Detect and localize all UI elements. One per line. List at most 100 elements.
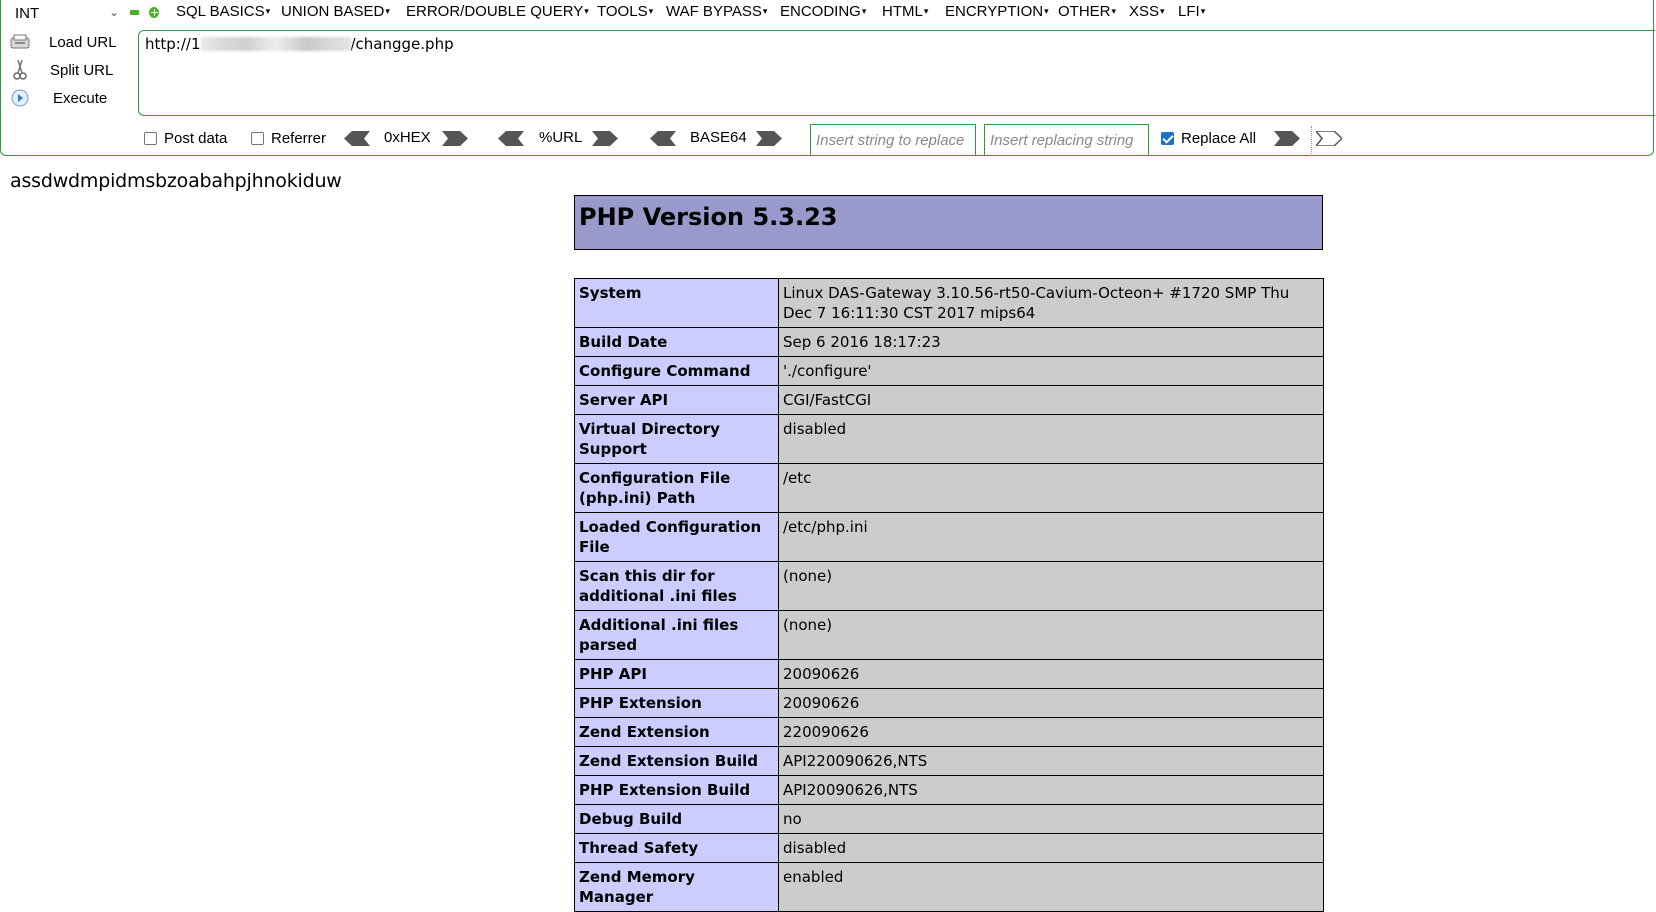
page-random-text: assdwdmpidmsbzoabahpjhnokiduw: [10, 170, 342, 192]
post-data-checkbox[interactable]: Post data: [144, 130, 227, 147]
info-key: Configuration File (php.ini) Path: [574, 463, 779, 513]
replace-run-arrow-icon[interactable]: [1274, 131, 1300, 146]
info-value: './configure': [778, 356, 1324, 386]
info-key: Thread Safety: [574, 833, 779, 863]
table-row: Zend Memory Manager enabled: [574, 862, 1324, 912]
info-key: Zend Extension Build: [574, 746, 779, 776]
menu-xss[interactable]: XSS▾: [1129, 3, 1165, 20]
replace-string-input[interactable]: Insert replacing string: [984, 124, 1149, 156]
replace-forward-arrow-icon[interactable]: [1316, 131, 1342, 146]
info-value: Linux DAS-Gateway 3.10.56-rt50-Cavium-Oc…: [778, 278, 1324, 328]
menu-label: LFI: [1178, 3, 1200, 20]
info-key: Server API: [574, 385, 779, 415]
url-encode-arrow-icon[interactable]: [592, 131, 618, 146]
info-key: Configure Command: [574, 356, 779, 386]
menu-union-based[interactable]: UNION BASED▾: [281, 3, 390, 20]
info-value: 20090626: [778, 688, 1324, 718]
menu-html[interactable]: HTML▾: [882, 3, 928, 20]
caret-icon: ▾: [1160, 6, 1165, 16]
url-redacted-region: [200, 37, 351, 51]
info-value: enabled: [778, 862, 1324, 912]
referrer-checkbox[interactable]: Referrer: [251, 130, 326, 147]
page-title: PHP Version 5.3.23: [579, 203, 838, 231]
menu-encryption[interactable]: ENCRYPTION▾: [945, 3, 1049, 20]
info-value: /etc/php.ini: [778, 512, 1324, 562]
info-value: disabled: [778, 833, 1324, 863]
caret-icon: ▾: [762, 6, 768, 16]
info-key: Additional .ini files parsed: [574, 610, 779, 660]
base64-label: BASE64: [690, 129, 747, 146]
load-url-button[interactable]: Load URL: [9, 30, 117, 54]
info-value: CGI/FastCGI: [778, 385, 1324, 415]
info-value: API220090626,NTS: [778, 746, 1324, 776]
hex-decode-arrow-icon[interactable]: [344, 131, 370, 146]
table-row: PHP Extension 20090626: [574, 688, 1324, 718]
menu-label: ENCRYPTION: [945, 3, 1044, 20]
phpinfo-table: System Linux DAS-Gateway 3.10.56-rt50-Cav…: [574, 278, 1324, 912]
menu-label: UNION BASED: [281, 3, 385, 20]
info-value: (none): [778, 561, 1324, 611]
menu-other[interactable]: OTHER▾: [1058, 3, 1116, 20]
info-key: Virtual Directory Support: [574, 414, 779, 464]
url-textarea[interactable]: http://1/changge.php: [138, 30, 1655, 116]
info-key: Build Date: [574, 327, 779, 357]
post-data-label: Post data: [164, 130, 228, 147]
table-row: Thread Safety disabled: [574, 833, 1324, 863]
caret-icon: ▾: [923, 6, 929, 16]
menu-label: HTML: [882, 3, 923, 20]
info-key: Zend Memory Manager: [574, 862, 779, 912]
menu-lfi[interactable]: LFI▾: [1178, 3, 1205, 20]
hex-encode-arrow-icon[interactable]: [442, 131, 468, 146]
menu-encoding[interactable]: ENCODING▾: [780, 3, 866, 20]
menu-label: XSS: [1129, 3, 1160, 20]
replace-all-checkbox[interactable]: Replace All: [1161, 130, 1256, 147]
caret-icon: ▾: [1111, 6, 1117, 16]
split-url-label: Split URL: [50, 61, 114, 79]
info-key: Scan this dir for additional .ini files: [574, 561, 779, 611]
table-row: Debug Build no: [574, 804, 1324, 834]
menu-tools[interactable]: TOOLS▾: [597, 3, 653, 20]
execute-button[interactable]: Execute: [9, 86, 107, 110]
menu-sql-basics[interactable]: SQL BASICS▾: [176, 3, 270, 20]
info-key: Loaded Configuration File: [574, 512, 779, 562]
info-key: Zend Extension: [574, 717, 779, 747]
info-key: System: [574, 278, 779, 328]
table-row: Configure Command './configure': [574, 356, 1324, 386]
table-row: PHP API 20090626: [574, 659, 1324, 689]
execute-label: Execute: [53, 89, 108, 107]
menu-waf-bypass[interactable]: WAF BYPASS▾: [666, 3, 767, 20]
table-row: Zend Extension Build API220090626,NTS: [574, 746, 1324, 776]
url-decode-arrow-icon[interactable]: [498, 131, 524, 146]
info-value: API20090626,NTS: [778, 775, 1324, 805]
table-row: Virtual Directory Support disabled: [574, 414, 1324, 464]
split-url-button[interactable]: Split URL: [9, 58, 113, 82]
info-value: no: [778, 804, 1324, 834]
decrease-button[interactable]: [129, 7, 139, 17]
injection-type-value: INT: [15, 4, 40, 22]
caret-icon: ▾: [265, 6, 271, 16]
menu-error-double-query[interactable]: ERROR/DOUBLE QUERY▾: [406, 3, 589, 20]
base64-decode-arrow-icon[interactable]: [650, 131, 676, 146]
table-row: Server API CGI/FastCGI: [574, 385, 1324, 415]
table-row: Scan this dir for additional .ini files(…: [574, 561, 1324, 611]
info-value: 220090626: [778, 717, 1324, 747]
url-prefix: http://1: [145, 35, 201, 53]
menu-label: WAF BYPASS: [666, 3, 762, 20]
scissors-icon: [9, 59, 31, 80]
table-row: Loaded Configuration File/etc/php.ini: [574, 512, 1324, 562]
increase-button[interactable]: [149, 6, 159, 18]
plus-icon: [149, 6, 159, 18]
checkbox-box-checked: [1161, 132, 1174, 145]
referrer-label: Referrer: [271, 130, 327, 147]
injection-type-select[interactable]: INT ⌄: [9, 2, 121, 24]
hackbar-toolbar: INT ⌄ SQL BASICS▾ UNION BASED▾ ERROR/DOU…: [0, 0, 1655, 156]
info-key: Debug Build: [574, 804, 779, 834]
info-value: (none): [778, 610, 1324, 660]
table-row: Configuration File (php.ini) Path/etc: [574, 463, 1324, 513]
info-value: Sep 6 2016 18:17:23: [778, 327, 1324, 357]
load-url-label: Load URL: [49, 33, 117, 51]
minus-icon: [129, 9, 139, 15]
info-value: 20090626: [778, 659, 1324, 689]
base64-encode-arrow-icon[interactable]: [756, 131, 782, 146]
find-string-input[interactable]: Insert string to replace: [810, 124, 976, 156]
